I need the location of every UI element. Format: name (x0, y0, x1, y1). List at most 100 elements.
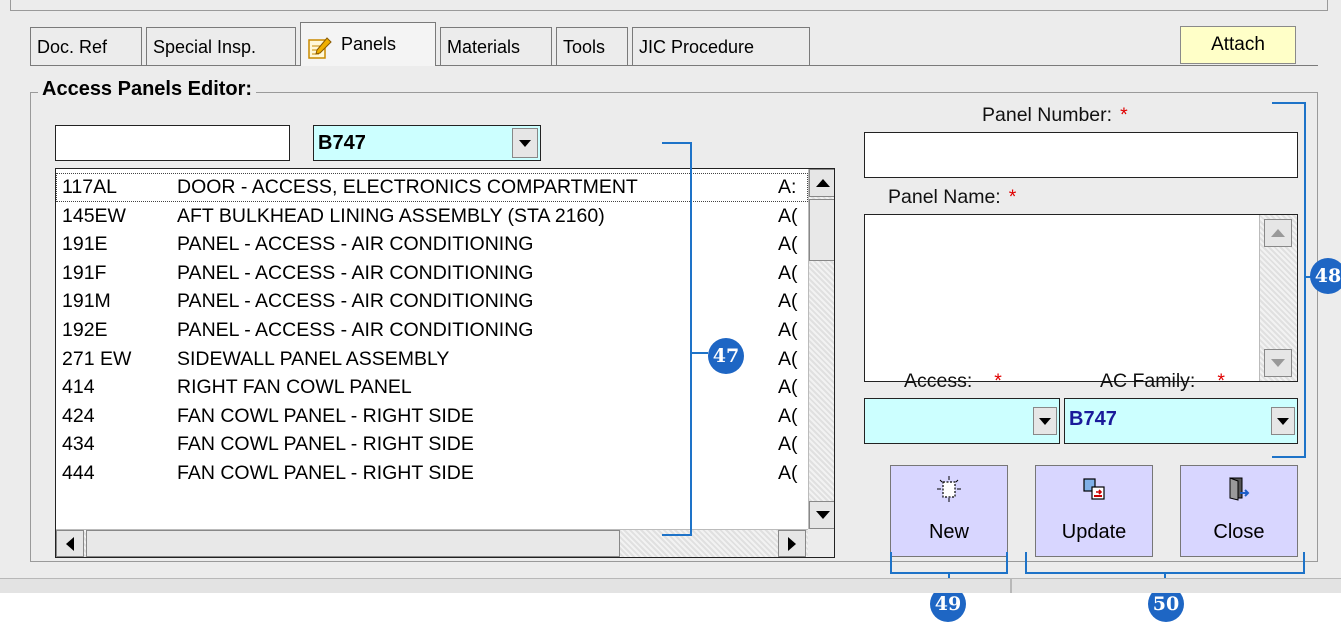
list-item-name: RIGHT FAN COWL PANEL (177, 376, 412, 399)
list-item-access: A( (778, 233, 798, 256)
list-item-number: 191F (62, 261, 107, 284)
vertical-scrollbar[interactable] (808, 169, 834, 529)
list-item-access: A( (778, 376, 798, 399)
panel-search-input[interactable] (55, 125, 290, 161)
list-item-number: 191M (62, 290, 111, 313)
arrow-left-icon (66, 536, 74, 551)
tab-jic-procedure[interactable]: JIC Procedure (632, 27, 810, 65)
tab-label: Panels (341, 34, 397, 54)
scroll-right-button[interactable] (778, 530, 806, 557)
scroll-down-button[interactable] (809, 501, 834, 529)
callout-badge: 47 (708, 338, 744, 374)
arrow-up-icon (816, 179, 830, 187)
tab-label: Special Insp. (153, 37, 257, 57)
list-item[interactable]: 414 RIGHT FAN COWL PANEL A( (56, 373, 808, 402)
attach-button[interactable]: Attach (1180, 26, 1296, 64)
list-item-access: A( (778, 261, 798, 284)
chevron-down-icon[interactable] (1033, 407, 1057, 435)
list-item[interactable]: 192E PANEL - ACCESS - AIR CONDITIONING A( (56, 316, 808, 345)
notepad-pencil-icon (307, 33, 333, 59)
tab-tools[interactable]: Tools (556, 27, 628, 65)
callout-bracket-new (890, 552, 1008, 574)
list-item[interactable]: 191M PANEL - ACCESS - AIR CONDITIONING A( (56, 287, 808, 316)
list-item[interactable]: 145EW AFT BULKHEAD LINING ASSEMBLY (STA 2… (56, 202, 808, 231)
tab-panels[interactable]: Panels (300, 22, 436, 66)
new-button[interactable]: New (890, 465, 1008, 557)
list-item-access: A( (778, 433, 798, 456)
callout-bracket-list (662, 142, 692, 536)
panel-name-field[interactable] (864, 214, 1298, 382)
exit-door-icon (1226, 476, 1252, 502)
panel-number-field[interactable] (864, 132, 1298, 178)
hscroll-thumb[interactable] (86, 530, 620, 557)
list-item-number: 191E (62, 233, 108, 256)
list-item-name: PANEL - ACCESS - AIR CONDITIONING (177, 261, 534, 284)
list-item-number: 192E (62, 318, 108, 341)
update-button-label: Update (1061, 521, 1127, 543)
list-item[interactable]: 191F PANEL - ACCESS - AIR CONDITIONING A( (56, 259, 808, 288)
family-filter-value: B747 (318, 132, 366, 154)
list-item-number: 444 (62, 461, 95, 484)
update-button[interactable]: Update (1035, 465, 1153, 557)
scroll-up-button[interactable] (809, 169, 834, 197)
group-title: Access Panels Editor: (38, 78, 257, 101)
tab-label: JIC Procedure (639, 37, 755, 57)
list-item-name: AFT BULKHEAD LINING ASSEMBLY (STA 2160) (177, 204, 605, 227)
list-item-number: 145EW (62, 204, 126, 227)
list-item[interactable]: 191E PANEL - ACCESS - AIR CONDITIONING A( (56, 230, 808, 259)
tab-label: Doc. Ref (37, 37, 108, 57)
list-item-number: 414 (62, 376, 95, 399)
scroll-thumb[interactable] (809, 199, 834, 261)
arrow-down-icon (816, 511, 830, 519)
horizontal-scrollbar[interactable] (56, 529, 808, 557)
list-item[interactable]: 117AL DOOR - ACCESS, ELECTRONICS COMPARTM… (56, 173, 808, 202)
arrow-right-icon (788, 536, 796, 551)
tab-label: Materials (447, 37, 521, 57)
family-filter-combo[interactable]: B747 (313, 125, 541, 161)
list-item-name: FAN COWL PANEL - RIGHT SIDE (177, 404, 474, 427)
scroll-left-button[interactable] (56, 530, 84, 557)
tab-doc-ref[interactable]: Doc. Ref (30, 27, 142, 65)
callout-badge: 48 (1310, 258, 1341, 294)
panel-name-label: Panel Name: * (888, 186, 1017, 208)
list-item-name: DOOR - ACCESS, ELECTRONICS COMPARTMENT (177, 176, 638, 198)
list-item[interactable]: 424 FAN COWL PANEL - RIGHT SIDE A( (56, 402, 808, 431)
list-item-number: 117AL (62, 176, 117, 198)
list-item-access: A( (778, 461, 798, 484)
new-button-label: New (928, 521, 969, 543)
status-separator (1010, 579, 1012, 593)
tab-strip-line (30, 65, 1318, 66)
list-item-name: SIDEWALL PANEL ASSEMBLY (177, 347, 450, 370)
list-item-access: A( (778, 347, 798, 370)
callout-bracket-form (1272, 102, 1306, 458)
callout-connector (692, 352, 708, 354)
list-item-access: A( (778, 404, 798, 427)
close-button-label: Close (1213, 521, 1265, 543)
ac-family-value: B747 (1069, 408, 1117, 430)
list-item[interactable]: 444 FAN COWL PANEL - RIGHT SIDE A( (56, 459, 808, 488)
list-item[interactable]: 271 EW SIDEWALL PANEL ASSEMBLY A( (56, 345, 808, 374)
list-item-access: A( (778, 290, 798, 313)
list-item-number: 434 (62, 433, 95, 456)
list-item-name: PANEL - ACCESS - AIR CONDITIONING (177, 290, 534, 313)
close-button[interactable]: Close (1180, 465, 1298, 557)
tab-materials[interactable]: Materials (440, 27, 552, 65)
update-icon (1081, 476, 1107, 502)
tab-special-insp[interactable]: Special Insp. (146, 27, 296, 65)
ac-family-combo[interactable]: B747 (1064, 398, 1298, 444)
list-item-number: 424 (62, 404, 95, 427)
list-item-number: 271 EW (62, 347, 132, 370)
list-item-access: A( (778, 204, 798, 227)
top-panel-edge (10, 0, 1328, 11)
chevron-down-icon[interactable] (512, 128, 538, 158)
list-item-name: FAN COWL PANEL - RIGHT SIDE (177, 461, 474, 484)
panel-list-rows: 117AL DOOR - ACCESS, ELECTRONICS COMPARTM… (56, 173, 808, 488)
tab-label: Tools (563, 37, 606, 57)
status-strip (0, 578, 1341, 593)
list-item-name: FAN COWL PANEL - RIGHT SIDE (177, 433, 474, 456)
list-item[interactable]: 434 FAN COWL PANEL - RIGHT SIDE A( (56, 430, 808, 459)
new-document-icon (936, 476, 962, 502)
list-item-name: PANEL - ACCESS - AIR CONDITIONING (177, 233, 534, 256)
access-combo[interactable] (864, 398, 1060, 444)
list-item-access: A: (778, 176, 797, 198)
